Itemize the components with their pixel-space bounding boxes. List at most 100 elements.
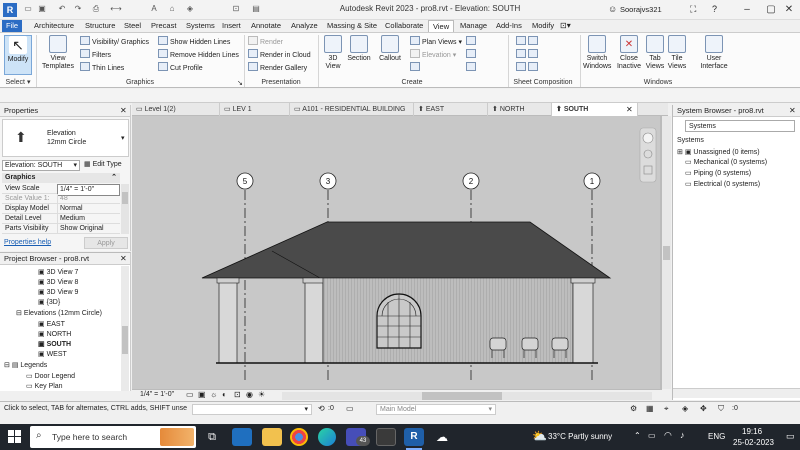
tab-view[interactable]: View (428, 20, 455, 32)
browser-item-west[interactable]: ▣ WEST (38, 350, 67, 360)
property-value[interactable]: Show Original (57, 224, 120, 234)
property-value[interactable]: Medium (57, 214, 120, 224)
revit-logo-icon[interactable]: R (3, 3, 17, 17)
graphics-expand-icon[interactable]: ↘ (237, 79, 243, 87)
user-interface-button[interactable]: User Interface (696, 35, 732, 71)
drawing-canvas[interactable]: 5 3 2 1 (132, 116, 662, 389)
section-qat-icon[interactable]: ◈ (184, 3, 196, 15)
property-row-parts-visibility[interactable]: Parts Visibility Show Original (2, 224, 120, 234)
view3d-qat-icon[interactable]: ⌂ (166, 3, 178, 15)
property-row-view-scale[interactable]: View Scale 1/4" = 1'-0" (2, 184, 120, 196)
notifications-icon[interactable]: ▭ (786, 431, 795, 442)
legends-button[interactable] (466, 49, 478, 61)
close-button[interactable]: ✕ (778, 0, 800, 20)
edge-icon[interactable] (318, 428, 336, 446)
measure-icon[interactable]: ⟷ (110, 3, 122, 15)
callout-button[interactable]: Callout (376, 35, 404, 63)
property-value[interactable]: Normal (57, 204, 120, 214)
tab-annotate[interactable]: Annotate (247, 20, 285, 32)
tab-steel[interactable]: Steel (120, 20, 145, 32)
properties-scrollbar[interactable] (121, 184, 129, 234)
close-inactive-button[interactable]: ✕ Close Inactive (614, 35, 644, 71)
browser-item-north[interactable]: ▣ NORTH (38, 330, 71, 340)
start-button[interactable] (8, 430, 22, 444)
type-dropdown-icon[interactable]: ▾ (121, 134, 125, 142)
tab-structure[interactable]: Structure (81, 20, 119, 32)
clock-date[interactable]: 25-02-2023 (733, 438, 774, 447)
print-icon[interactable]: ⎙ (90, 3, 102, 15)
drag-elements-icon[interactable]: ✥ (700, 404, 707, 413)
plan-views-button[interactable]: Plan Views ▾ (410, 36, 462, 48)
property-row-detail-level[interactable]: Detail Level Medium (2, 214, 120, 224)
view-reference-button[interactable] (516, 62, 540, 74)
tab-add-ins[interactable]: Add-Ins (492, 20, 526, 32)
browser-item-key-plan[interactable]: ▭ Key Plan (26, 382, 63, 392)
shadows-icon[interactable]: ◐ (222, 390, 227, 399)
render-button[interactable]: Render (248, 36, 283, 48)
browser-item-3d-view-8[interactable]: ▣ 3D View 8 (38, 278, 78, 288)
cart-icon[interactable]: ⛶ (690, 4, 696, 15)
view-tab-north[interactable]: ⬆ NORTH (488, 103, 552, 116)
filters-button[interactable]: Filters (80, 49, 111, 61)
tab-systems[interactable]: Systems (182, 20, 219, 32)
tab-modify[interactable]: Modify (528, 20, 558, 32)
view-scale-button[interactable]: 1/4" = 1'-0" (140, 391, 174, 398)
sheet-button[interactable] (516, 36, 540, 48)
browser-item-legends[interactable]: ⊟ ▤ Legends (4, 361, 47, 371)
tab-manage[interactable]: Manage (456, 20, 491, 32)
thin-lines-button[interactable]: Thin Lines (80, 62, 124, 74)
apply-button[interactable]: Apply (84, 237, 128, 249)
task-view-icon[interactable]: ⧉ (202, 428, 222, 446)
weather-icon[interactable]: ⛅ (532, 429, 547, 443)
render-cloud-button[interactable]: Render in Cloud (248, 49, 311, 61)
network-icon[interactable]: ▭ (648, 431, 656, 440)
show-hidden-lines-button[interactable]: Show Hidden Lines (158, 36, 230, 48)
remove-hidden-lines-button[interactable]: Remove Hidden Lines (158, 49, 239, 61)
collapse-icon[interactable]: ⊟ (16, 310, 22, 317)
schedules-button[interactable] (466, 62, 478, 74)
sun-path-icon[interactable]: ☼ (210, 390, 217, 399)
type-selector[interactable]: ⬆ Elevation 12mm Circle ▾ (2, 119, 129, 157)
tab-file[interactable]: File (2, 20, 23, 32)
system-item-piping[interactable]: ▭ Piping (0 systems) (685, 169, 751, 179)
volume-icon[interactable]: ♪ (680, 430, 685, 440)
browser-item-door-legend[interactable]: ▭ Door Legend (26, 372, 75, 382)
save-icon[interactable]: ▣ (36, 3, 48, 15)
select-underlay-icon[interactable]: ▦ (646, 404, 654, 413)
reveal-hidden-icon[interactable]: ☀ (258, 390, 265, 399)
tile-views-button[interactable]: Tile Views (667, 35, 687, 71)
editable-only-icon[interactable]: ▭ (346, 404, 354, 413)
onedrive-icon[interactable]: ☁ (432, 428, 452, 446)
section-button[interactable]: Section (346, 35, 372, 63)
project-browser-close-icon[interactable]: ✕ (120, 254, 127, 263)
properties-close-icon[interactable]: ✕ (120, 106, 127, 115)
tab-views-button[interactable]: Tab Views (645, 35, 665, 71)
crop-view-icon[interactable]: ⊡ (234, 390, 241, 399)
select-pinned-icon[interactable]: ⌖ (664, 404, 669, 414)
view-tab-a101[interactable]: ▭ A101 - RESIDENTIAL BUILDING (290, 103, 414, 116)
view-templates-button[interactable]: View Templates (40, 35, 76, 71)
photos-app-icon[interactable] (232, 428, 252, 446)
view-tab-east[interactable]: ⬆ EAST (414, 103, 488, 116)
system-item-mechanical[interactable]: ▭ Mechanical (0 systems) (685, 158, 767, 168)
help-icon[interactable]: ? (712, 4, 717, 14)
systems-dropdown[interactable]: Systems (685, 120, 795, 132)
tab-precast[interactable]: Precast (147, 20, 180, 32)
browser-item-3d[interactable]: ▣ {3D} (38, 298, 60, 308)
taskbar-search-box[interactable]: ⌕ Type here to search (30, 426, 196, 448)
select-dropdown[interactable]: Select ▾ (2, 78, 34, 88)
browser-item-south[interactable]: ▣ SOUTH (38, 340, 71, 350)
view-tab-level-1-2[interactable]: ▭ Level 1(2) (132, 103, 220, 116)
ribbon-toggle-icon[interactable]: ⊡▾ (560, 21, 571, 30)
property-row-display-model[interactable]: Display Model Normal (2, 204, 120, 214)
weather-text[interactable]: 33°C Partly sunny (548, 432, 612, 441)
switch-windows-qat-icon[interactable]: ▤ (250, 3, 262, 15)
browser-item-east[interactable]: ▣ EAST (38, 320, 65, 330)
instance-selector[interactable]: Elevation: SOUTH ▾ (2, 160, 80, 171)
properties-help-link[interactable]: Properties help (4, 239, 51, 246)
horizontal-scrollbar[interactable] (282, 392, 652, 400)
browser-item-3d-view-7[interactable]: ▣ 3D View 7 (38, 268, 78, 278)
elevation-button[interactable]: Elevation ▾ (410, 49, 456, 61)
close-hidden-icon[interactable]: ⊡ (230, 3, 242, 15)
select-by-face-icon[interactable]: ◈ (682, 404, 688, 413)
